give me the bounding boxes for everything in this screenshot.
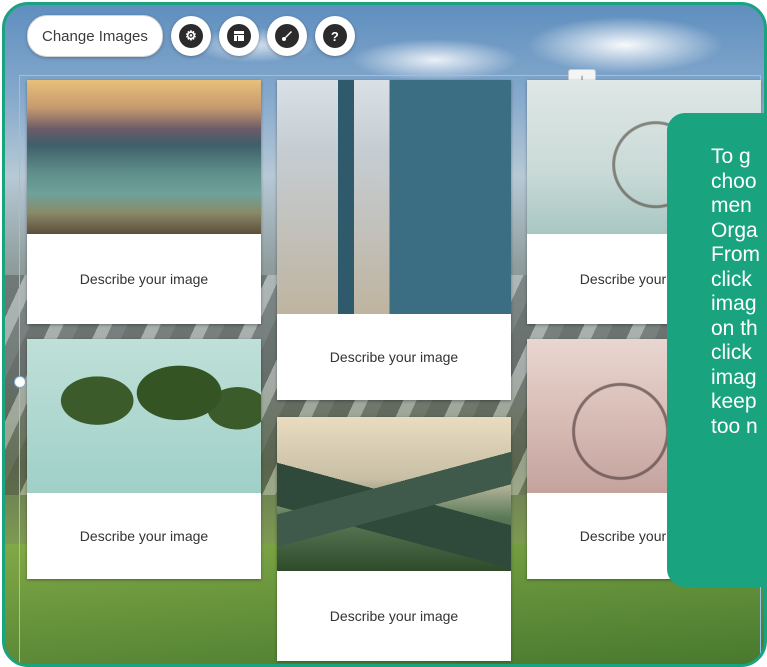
image-caption[interactable]: Describe your image (27, 493, 261, 579)
tooltip-line: choo (711, 169, 757, 193)
image-caption[interactable]: Describe your image (277, 571, 511, 661)
help-button[interactable]: ? (314, 16, 355, 56)
tooltip-line: To g (711, 145, 751, 168)
tooltip-line: on th (711, 316, 758, 340)
image-caption[interactable]: Describe your image (277, 314, 511, 400)
tooltip-line: keep (711, 390, 757, 413)
tooltip-line: men (711, 194, 752, 217)
lake-mountains-image (27, 80, 261, 234)
tooltip-line: too n (711, 414, 758, 438)
tooltip-line: click (711, 341, 752, 364)
gear-icon: ⚙ (178, 24, 203, 48)
palm-trees-image (27, 339, 261, 493)
change-images-button[interactable]: Change Images (27, 15, 163, 57)
gallery-item-palms[interactable]: Describe your image (27, 339, 261, 579)
layout-button[interactable] (218, 16, 259, 56)
app-frame: ⤓ Change Images ⚙ ? Describe your image … (2, 2, 767, 667)
gallery-item-hills[interactable]: Describe your image (277, 417, 511, 661)
gallery-item-lake[interactable]: Describe your image (27, 80, 261, 324)
image-caption[interactable]: Describe your image (27, 234, 261, 324)
help-icon: ? (322, 24, 347, 48)
gallery-item-huts[interactable]: Describe your image (277, 80, 511, 400)
help-tooltip: To g choo men Orga From click imag on th… (667, 113, 764, 587)
beach-huts-image (277, 80, 511, 314)
layout-icon (226, 24, 251, 48)
resize-handle[interactable] (14, 376, 26, 388)
tooltip-line: Orga (711, 218, 758, 242)
green-hills-image (277, 417, 511, 571)
tooltip-line: imag (711, 292, 757, 315)
settings-button[interactable]: ⚙ (170, 16, 211, 56)
brush-icon (274, 24, 299, 48)
design-button[interactable] (266, 16, 307, 56)
gallery-toolbar: Change Images ⚙ ? (27, 15, 355, 57)
tooltip-line: From (711, 243, 760, 266)
tooltip-line: click (711, 267, 752, 291)
tooltip-line: imag (711, 365, 757, 389)
